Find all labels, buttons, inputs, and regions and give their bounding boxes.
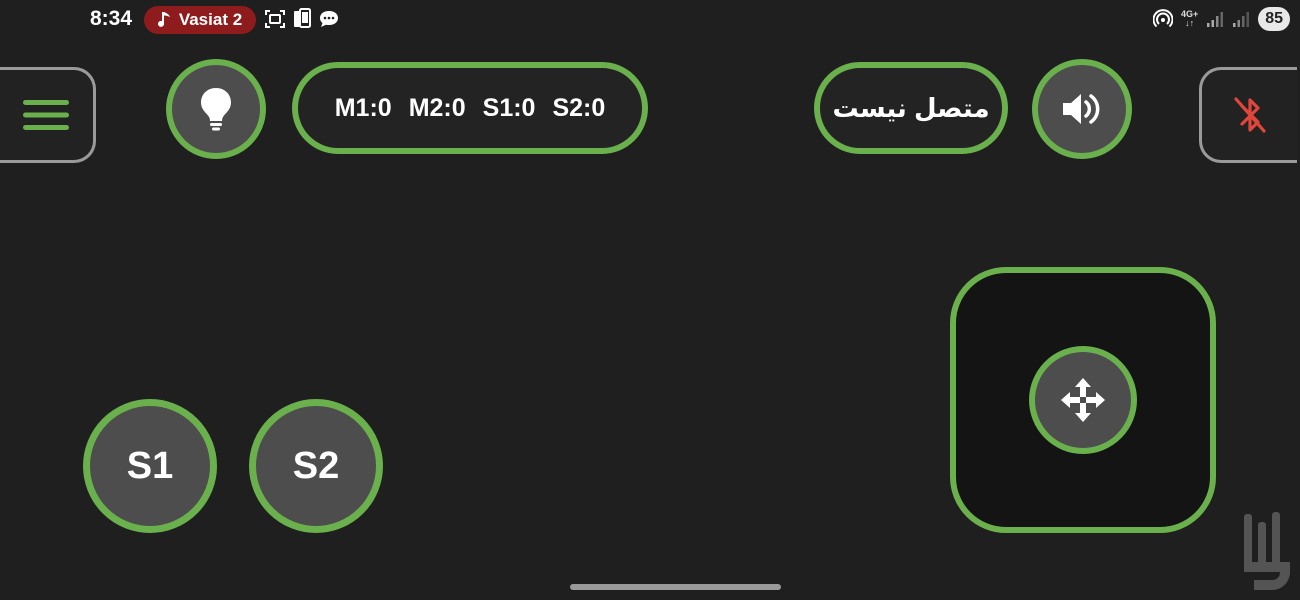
- status-icons-right: 4G+ ↓↑ 85: [1152, 7, 1290, 31]
- battery-indicator: 85: [1258, 7, 1290, 31]
- signal-icon: [1207, 12, 1224, 27]
- data-arrows-icon: ↓↑: [1185, 18, 1195, 28]
- speaker-icon: [1063, 94, 1100, 124]
- s1-button[interactable]: S1: [83, 399, 217, 533]
- signal-icon-secondary: [1233, 12, 1250, 27]
- now-playing-title: Vasiat 2: [178, 10, 243, 29]
- connection-status[interactable]: متصل نیست: [814, 62, 1008, 154]
- status-time: 8:34: [90, 7, 133, 30]
- hotspot-icon: [1152, 9, 1173, 28]
- network-type: 4G+ ↓↑: [1181, 10, 1198, 28]
- home-indicator[interactable]: [570, 584, 781, 590]
- status-icons-left: [264, 8, 340, 30]
- music-note-icon: [157, 12, 170, 27]
- sound-toggle-button[interactable]: [1032, 59, 1132, 159]
- s1-label: S1: [126, 444, 174, 487]
- s2-button[interactable]: S2: [249, 399, 383, 533]
- now-playing-pill[interactable]: Vasiat 2: [144, 6, 256, 34]
- counter-m2: M2:0: [408, 93, 466, 122]
- bluetooth-disabled-icon: [1233, 97, 1266, 133]
- connection-status-label: متصل نیست: [832, 92, 990, 123]
- hamburger-menu-icon: [22, 100, 69, 130]
- light-toggle-button[interactable]: [166, 59, 266, 159]
- counter-s1: S1:0: [482, 93, 536, 122]
- lightbulb-icon: [201, 88, 231, 131]
- menu-button[interactable]: [0, 67, 96, 163]
- screenshot-icon: [265, 10, 285, 28]
- chat-icon: [320, 11, 338, 27]
- phone-copy-icon: [294, 8, 311, 28]
- bluetooth-button[interactable]: [1199, 67, 1297, 163]
- counters-display: M1:0 M2:0 S1:0 S2:0: [292, 62, 648, 154]
- watermark-logo: [1244, 512, 1290, 590]
- s2-label: S2: [292, 444, 340, 487]
- joystick-knob[interactable]: [1029, 346, 1137, 454]
- move-arrows-icon: [1061, 378, 1105, 422]
- counter-s2: S2:0: [552, 93, 606, 122]
- counter-m1: M1:0: [334, 93, 392, 122]
